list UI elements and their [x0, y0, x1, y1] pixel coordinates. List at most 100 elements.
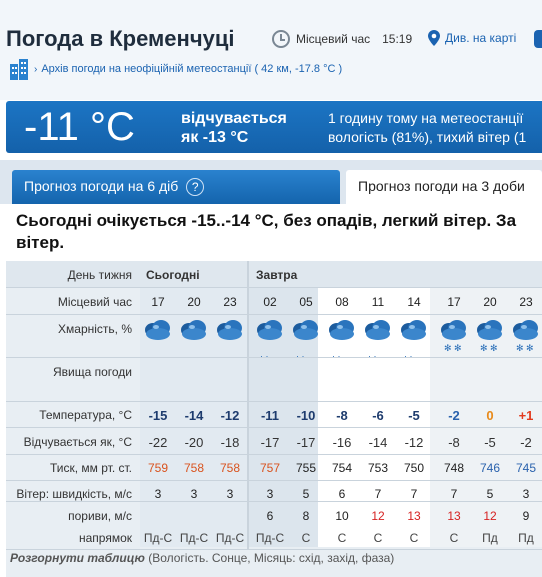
- row-label-temp: Температура, °C: [39, 408, 132, 422]
- wind-direction-cell: Пд-С: [143, 531, 173, 545]
- feels-like-cell: -17: [296, 435, 316, 450]
- wind-direction-cell: С: [373, 531, 383, 545]
- temperature-cell: -10: [296, 408, 316, 423]
- map-link[interactable]: Див. на карті: [428, 30, 516, 46]
- pressure-cell: 758: [219, 461, 241, 475]
- feels-like-cell: -17: [260, 435, 280, 450]
- building-icon: [8, 58, 30, 80]
- wind-direction-cell: С: [337, 531, 347, 545]
- header: Погода в Кременчуці Місцевий час 15:19 Д…: [0, 0, 542, 100]
- gust-cell: 13: [447, 509, 461, 523]
- tab-forecast-3-label[interactable]: Прогноз погоди на 3 доби: [358, 178, 525, 194]
- gust-cell: 12: [483, 509, 497, 523]
- gust-cell: 6: [266, 509, 274, 523]
- row-label-direction: напрямок: [78, 531, 132, 545]
- row-label-cloud: Хмарність, %: [58, 322, 132, 336]
- wind-direction-cell: С: [409, 531, 419, 545]
- temperature-cell: -12: [220, 408, 240, 423]
- time-cell: 23: [519, 295, 533, 309]
- time-cell: 20: [187, 295, 201, 309]
- row-divider: [6, 357, 542, 358]
- more-icon[interactable]: [534, 30, 542, 48]
- wind-direction-cell: Пд-С: [255, 531, 285, 545]
- snow-icon: · ·: [260, 351, 269, 361]
- expand-table-rest[interactable]: (Вологість. Сонце, Місяць: схід, захід, …: [145, 551, 394, 565]
- row-divider: [6, 454, 542, 455]
- local-time-value: 15:19: [382, 32, 413, 46]
- wind-speed-cell: 5: [302, 487, 310, 501]
- feels-like-cell: -5: [484, 435, 496, 450]
- gust-cell: 12: [371, 509, 385, 523]
- wind-speed-cell: 6: [338, 487, 346, 501]
- map-pin-icon: [428, 30, 440, 46]
- feels-like-cell: -14: [368, 435, 388, 450]
- gust-cell: 10: [335, 509, 349, 523]
- pressure-cell: 759: [147, 461, 169, 475]
- row-label-feels: Відчувається як, °C: [23, 435, 132, 449]
- temperature-cell: -11: [260, 408, 280, 423]
- wind-direction-cell: Пд: [482, 531, 498, 545]
- archive-link-label[interactable]: Архів погоди на неофіційній метеостанції…: [41, 63, 342, 75]
- row-label-phenomena: Явища погоди: [52, 365, 132, 379]
- wind-direction-cell: Пд-С: [215, 531, 245, 545]
- wind-direction-cell: Пд: [518, 531, 534, 545]
- feels-like-cell: -8: [448, 435, 460, 450]
- expand-table-bold[interactable]: Розгорнути таблицю: [10, 551, 145, 565]
- time-cell: 11: [371, 295, 385, 309]
- wind-speed-cell: 7: [410, 487, 418, 501]
- feels-like-cell: -12: [404, 435, 424, 450]
- current-temperature: -11 °C: [24, 105, 135, 149]
- temperature-cell: -14: [184, 408, 204, 423]
- pressure-cell: 755: [295, 461, 317, 475]
- station-line2: вологість (81%), тихий вітер (1: [328, 129, 527, 145]
- forecast-table: День тижня Місцевий час Хмарність, % Яви…: [6, 261, 542, 577]
- gust-cell: 9: [522, 509, 530, 523]
- snow-icon: · ·: [368, 351, 377, 361]
- wind-speed-cell: 5: [486, 487, 494, 501]
- row-divider: [6, 480, 542, 481]
- snow-icon: · ·: [332, 351, 341, 361]
- time-cell: 20: [483, 295, 497, 309]
- row-divider: [6, 501, 542, 502]
- row-label-gusts: пориви, м/с: [68, 509, 132, 523]
- summary-line1: Сьогодні очікується -15..-14 °C, без опа…: [16, 211, 517, 230]
- chevron-right-icon: ›: [34, 63, 38, 75]
- archive-link[interactable]: › Архів погоди на неофіційній метеостанц…: [8, 58, 342, 80]
- cloud-icon: [399, 318, 429, 342]
- row-label-pressure: Тиск, мм рт. ст.: [49, 461, 132, 475]
- day-tomorrow: Завтра: [256, 268, 298, 282]
- row-divider: [6, 549, 542, 550]
- help-icon[interactable]: ?: [186, 178, 205, 196]
- time-cell: 02: [263, 295, 277, 309]
- summary-line2: вітер.: [16, 233, 65, 252]
- wind-speed-cell: 3: [226, 487, 234, 501]
- clock-icon: [272, 30, 290, 48]
- pressure-cell: 758: [183, 461, 205, 475]
- cloud-icon: [179, 318, 209, 342]
- snow-icon: ✻ ✻: [516, 343, 534, 353]
- wind-direction-cell: Пд-С: [179, 531, 209, 545]
- tab-forecast-6-days[interactable]: Прогноз погоди на 6 діб ?: [12, 170, 340, 204]
- temperature-cell: -5: [408, 408, 420, 423]
- pressure-cell: 745: [515, 461, 537, 475]
- gust-cell: 13: [407, 509, 421, 523]
- temperature-cell: +1: [518, 408, 534, 423]
- pressure-cell: 748: [443, 461, 465, 475]
- tab-forecast-6-label[interactable]: Прогноз погоди на 6 діб: [24, 178, 178, 194]
- time-cell: 08: [335, 295, 349, 309]
- wind-speed-cell: 3: [190, 487, 198, 501]
- feels-like-cell: -2: [520, 435, 532, 450]
- tab-forecast-3-days[interactable]: Прогноз погоди на 3 доби: [346, 170, 542, 204]
- time-cell: 14: [407, 295, 421, 309]
- page-title: Погода в Кременчуці: [6, 26, 235, 51]
- cloud-icon: [439, 318, 469, 342]
- expand-table-link[interactable]: Розгорнути таблицю (Вологість. Сонце, Мі…: [10, 551, 394, 565]
- row-divider: [6, 427, 542, 428]
- local-time: Місцевий час 15:19: [272, 30, 412, 48]
- cloud-icon: [511, 318, 541, 342]
- feels-like-line1: відчувається: [181, 110, 287, 127]
- map-link-label[interactable]: Див. на карті: [445, 31, 516, 45]
- cloud-icon: [255, 318, 285, 342]
- current-weather: -11 °C відчувається як -13 °C 1 годину т…: [6, 101, 542, 153]
- pressure-cell: 757: [259, 461, 281, 475]
